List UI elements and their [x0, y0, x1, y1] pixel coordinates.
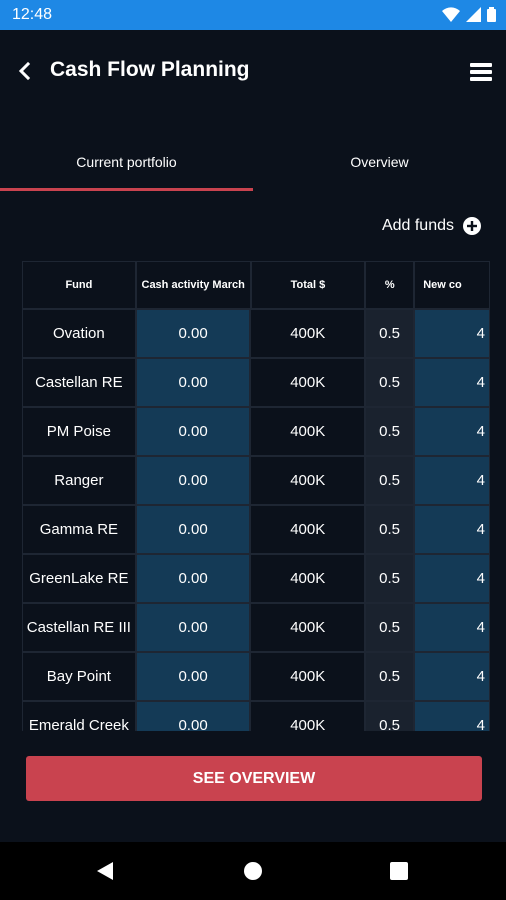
signal-icon: [466, 7, 481, 22]
cell-new[interactable]: 4: [414, 652, 490, 701]
cell-cash-activity[interactable]: 0.00: [135, 309, 251, 358]
cell-fund: Emerald Creek: [22, 701, 136, 731]
tab-bar: Current portfolio Overview: [0, 140, 506, 192]
add-funds-button[interactable]: Add funds: [382, 216, 482, 236]
cell-new[interactable]: 4: [414, 456, 490, 505]
table-header-row: Fund Cash activity March Total $ % New c…: [22, 261, 490, 309]
cell-percent: 0.5: [365, 505, 415, 554]
cell-percent: 0.5: [365, 554, 415, 603]
tab-label: Current portfolio: [76, 154, 177, 170]
cell-fund: Gamma RE: [22, 505, 136, 554]
add-funds-label: Add funds: [381, 217, 454, 234]
cell-percent: 0.5: [365, 407, 415, 456]
cell-new[interactable]: 4: [414, 505, 490, 554]
column-header-total: Total $: [250, 261, 366, 309]
app-header: [0, 30, 506, 140]
cell-total: 400K: [250, 456, 366, 505]
column-header-percent: %: [365, 261, 415, 309]
cell-fund: PM Poise: [22, 407, 136, 456]
cell-percent: 0.5: [365, 603, 415, 652]
back-arrow-icon[interactable]: [14, 60, 36, 82]
cell-cash-activity[interactable]: 0.00: [135, 701, 251, 731]
cell-new[interactable]: 4: [414, 603, 490, 652]
menu-icon[interactable]: [470, 62, 492, 82]
cell-cash-activity[interactable]: 0.00: [135, 505, 251, 554]
cell-total: 400K: [250, 603, 366, 652]
table-row[interactable]: GreenLake RE 0.00 400K 0.5 4: [22, 554, 490, 603]
funds-table[interactable]: Fund Cash activity March Total $ % New c…: [22, 261, 490, 731]
cell-total: 400K: [250, 309, 366, 358]
battery-icon: [487, 7, 496, 22]
column-header-fund: Fund: [22, 261, 136, 309]
table-row[interactable]: Emerald Creek 0.00 400K 0.5 4: [22, 701, 490, 731]
cell-percent: 0.5: [365, 358, 415, 407]
status-bar: 12:48: [0, 0, 506, 30]
column-header-cash-activity: Cash activity March: [135, 261, 251, 309]
cell-new[interactable]: 4: [414, 701, 490, 731]
see-overview-button[interactable]: SEE OVERVIEW: [26, 756, 482, 801]
add-circle-icon: [463, 217, 481, 235]
cell-total: 400K: [250, 554, 366, 603]
tab-current-portfolio[interactable]: Current portfolio: [0, 140, 253, 192]
cell-percent: 0.5: [365, 701, 415, 731]
see-overview-label: SEE OVERVIEW: [192, 769, 316, 787]
tab-overview[interactable]: Overview: [253, 140, 506, 192]
cell-percent: 0.5: [365, 309, 415, 358]
cell-fund: Castellan RE III: [22, 603, 136, 652]
column-header-new: New co: [414, 261, 490, 309]
table-row[interactable]: Ovation 0.00 400K 0.5 4: [22, 309, 490, 358]
table-row[interactable]: Castellan RE 0.00 400K 0.5 4: [22, 358, 490, 407]
table-row[interactable]: Gamma RE 0.00 400K 0.5 4: [22, 505, 490, 554]
table-row[interactable]: Bay Point 0.00 400K 0.5 4: [22, 652, 490, 701]
cell-fund: Ovation: [22, 309, 136, 358]
cell-total: 400K: [250, 407, 366, 456]
table-body: Ovation 0.00 400K 0.5 4 Castellan RE 0.00 400K 0…: [22, 309, 490, 731]
page-title: Cash Flow Planning: [50, 58, 250, 81]
cell-percent: 0.5: [365, 456, 415, 505]
cell-fund: Ranger: [22, 456, 136, 505]
status-time: 12:48: [12, 6, 53, 23]
cell-total: 400K: [250, 358, 366, 407]
cell-cash-activity[interactable]: 0.00: [135, 554, 251, 603]
table-row[interactable]: PM Poise 0.00 400K 0.5 4: [22, 407, 490, 456]
cell-total: 400K: [250, 505, 366, 554]
cell-new[interactable]: 4: [414, 309, 490, 358]
cell-new[interactable]: 4: [414, 554, 490, 603]
cell-cash-activity[interactable]: 0.00: [135, 358, 251, 407]
cell-fund: Bay Point: [22, 652, 136, 701]
cell-new[interactable]: 4: [414, 358, 490, 407]
cell-fund: Castellan RE: [22, 358, 136, 407]
status-icons: [442, 7, 496, 22]
wifi-icon: [442, 7, 460, 22]
cell-fund: GreenLake RE: [22, 554, 136, 603]
cell-cash-activity[interactable]: 0.00: [135, 652, 251, 701]
nav-home-icon[interactable]: [244, 862, 262, 880]
cell-cash-activity[interactable]: 0.00: [135, 603, 251, 652]
cell-cash-activity[interactable]: 0.00: [135, 407, 251, 456]
cell-percent: 0.5: [365, 652, 415, 701]
table-row[interactable]: Ranger 0.00 400K 0.5 4: [22, 456, 490, 505]
cell-total: 400K: [250, 652, 366, 701]
cell-new[interactable]: 4: [414, 407, 490, 456]
nav-back-icon[interactable]: [96, 862, 114, 880]
cell-total: 400K: [250, 701, 366, 731]
nav-recents-icon[interactable]: [390, 862, 408, 880]
tab-label: Overview: [350, 154, 409, 170]
table-row[interactable]: Castellan RE III 0.00 400K 0.5 4: [22, 603, 490, 652]
cell-cash-activity[interactable]: 0.00: [135, 456, 251, 505]
tab-active-indicator: [0, 188, 253, 191]
